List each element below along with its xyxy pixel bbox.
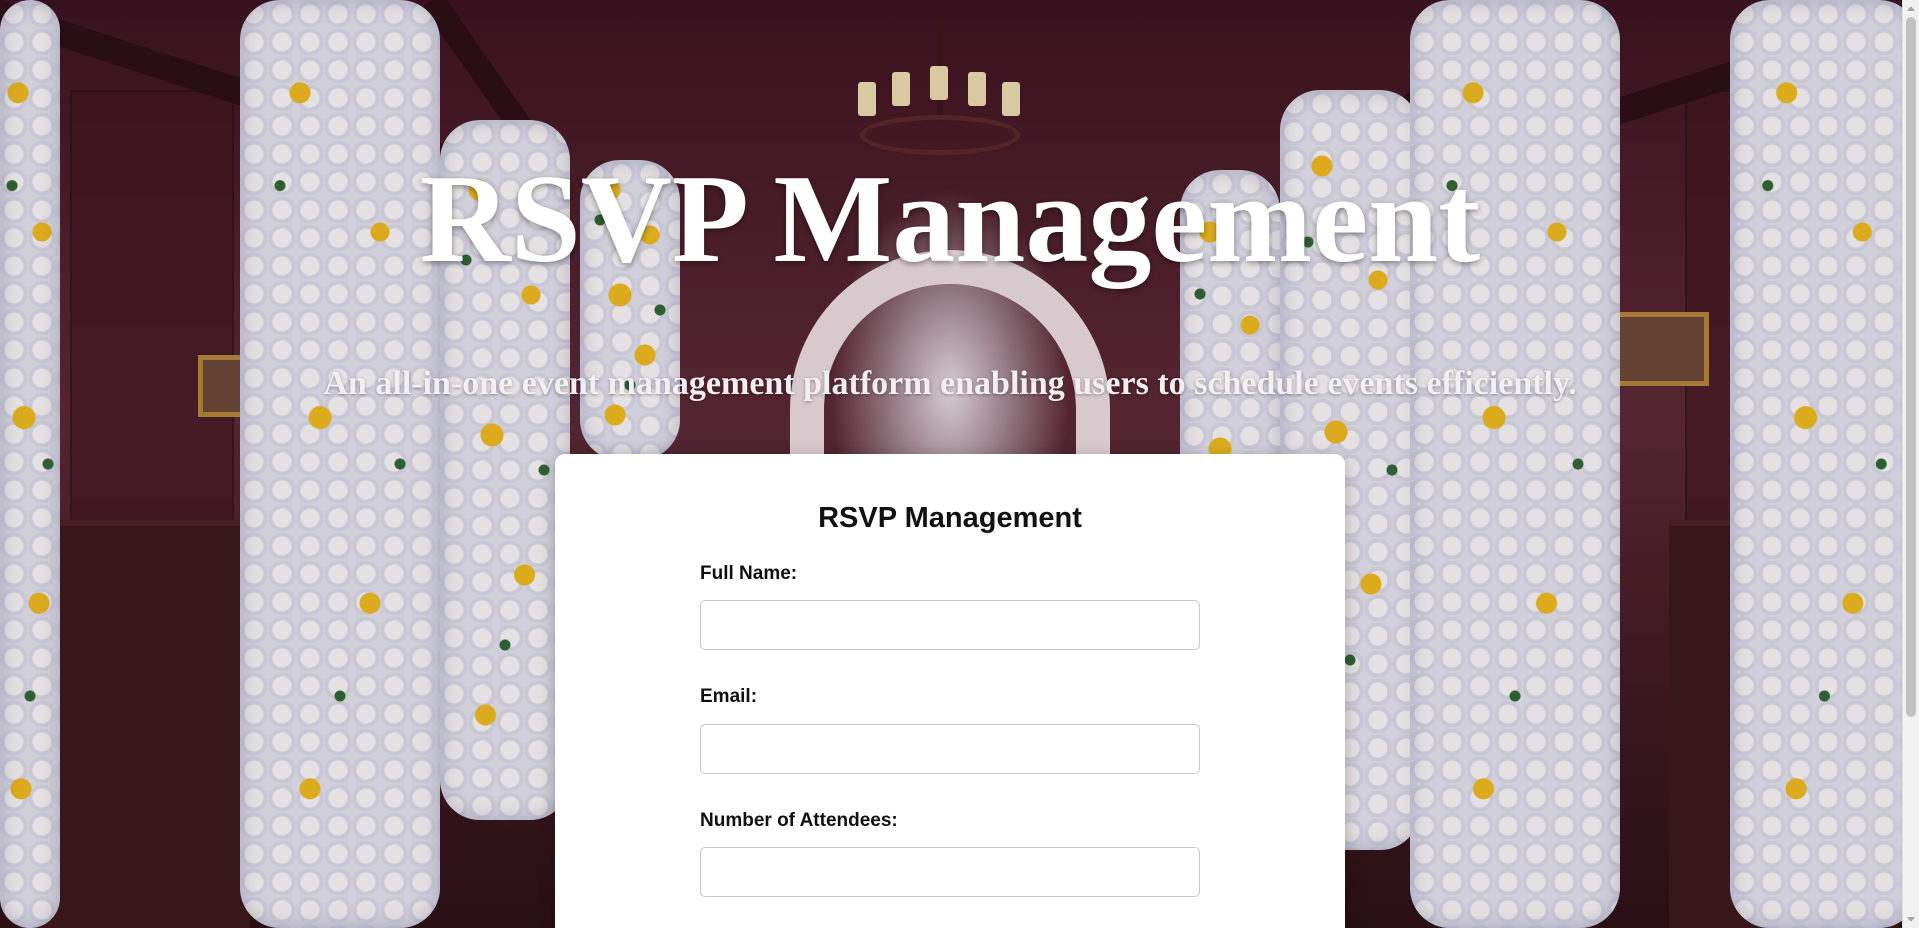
scroll-thumb[interactable] <box>1906 17 1916 717</box>
attendees-input[interactable] <box>700 847 1200 897</box>
hero-title: RSVP Management <box>419 150 1481 289</box>
email-input[interactable] <box>700 724 1200 774</box>
scroll-up-icon[interactable] <box>1907 6 1915 11</box>
rsvp-form-card: RSVP Management Full Name: Email: Number… <box>555 454 1345 928</box>
scroll-down-icon[interactable] <box>1907 917 1915 922</box>
full-name-label: Full Name: <box>700 563 798 584</box>
form-title: RSVP Management <box>818 502 1082 534</box>
email-label: Email: <box>700 686 758 707</box>
attendees-label: Number of Attendees: <box>700 810 898 831</box>
hero-subtitle: An all-in-one event management platform … <box>323 365 1577 402</box>
page-scrollbar[interactable] <box>1902 0 1919 928</box>
full-name-input[interactable] <box>700 600 1200 650</box>
page: RSVP Management An all-in-one event mana… <box>0 0 1919 928</box>
